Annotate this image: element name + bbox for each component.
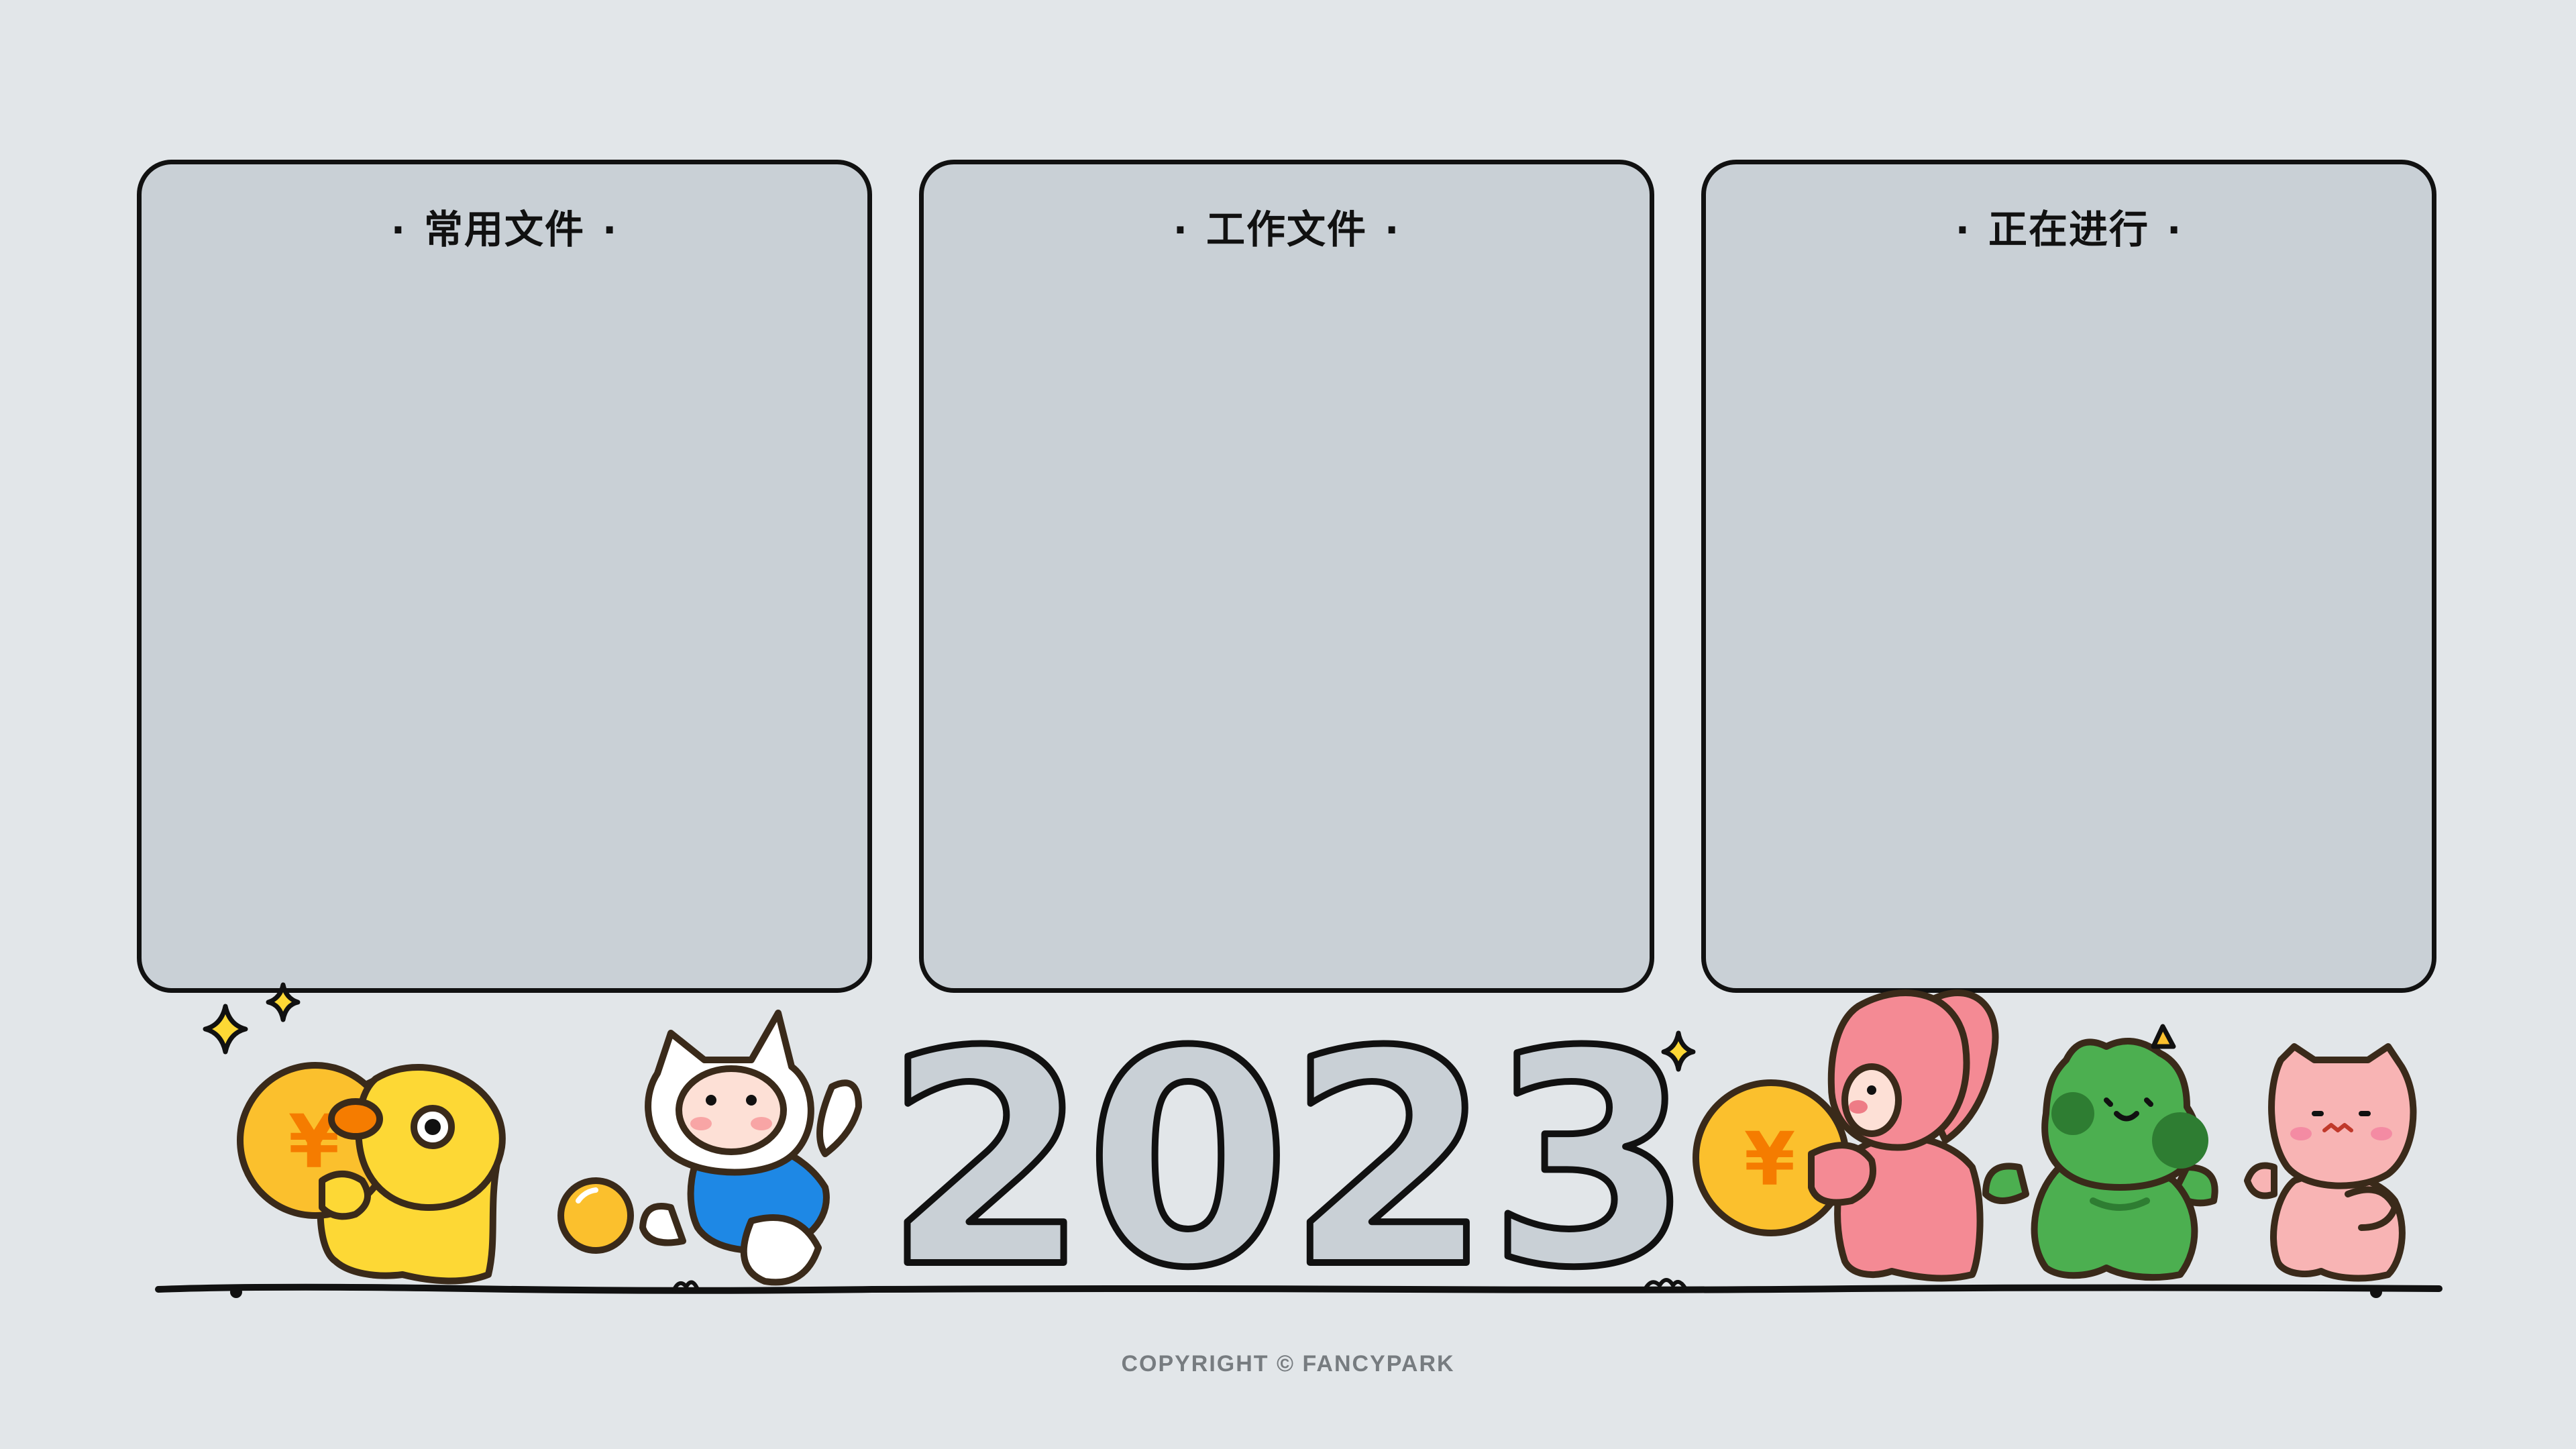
panel-work-files: · 工作文件 · [919,160,1654,993]
title-dot-left: · [1955,209,1971,252]
frog-mascot [1982,1024,2218,1281]
panel-common-files: · 常用文件 · [137,160,872,993]
year-numerals: 2023 [884,989,1690,1328]
cat-mascot [639,1010,862,1286]
rabbit-mascot: ¥ [1693,989,1999,1282]
sparkle-icon [266,982,301,1022]
panel-title: · 常用文件 · [142,198,867,254]
copyright-text: COPYRIGHT © FANCYPARK [1121,1351,1455,1377]
panel-title-text: 工作文件 [1205,207,1367,252]
duck-mascot: ¥ [237,1062,506,1285]
pig-mascot [2244,1043,2417,1282]
ground-dot [230,1286,242,1298]
panel-title: · 正在进行 · [1706,198,2432,254]
title-dot-right: · [602,209,619,252]
title-dot-right: · [2167,209,2183,252]
ground-dot [2370,1286,2382,1298]
title-dot-right: · [1385,209,1401,252]
sparkle-icon [203,1004,248,1055]
mascot-scene: ¥ 2023 ¥ [155,982,2443,1328]
title-dot-left: · [390,209,407,252]
panel-title: · 工作文件 · [924,198,1650,254]
title-dot-left: · [1173,209,1189,252]
panel-title-text: 常用文件 [423,207,585,252]
panel-in-progress: · 正在进行 · [1701,160,2436,993]
panel-title-text: 正在进行 [1988,207,2149,252]
coin-symbol: ¥ [1744,1116,1796,1202]
